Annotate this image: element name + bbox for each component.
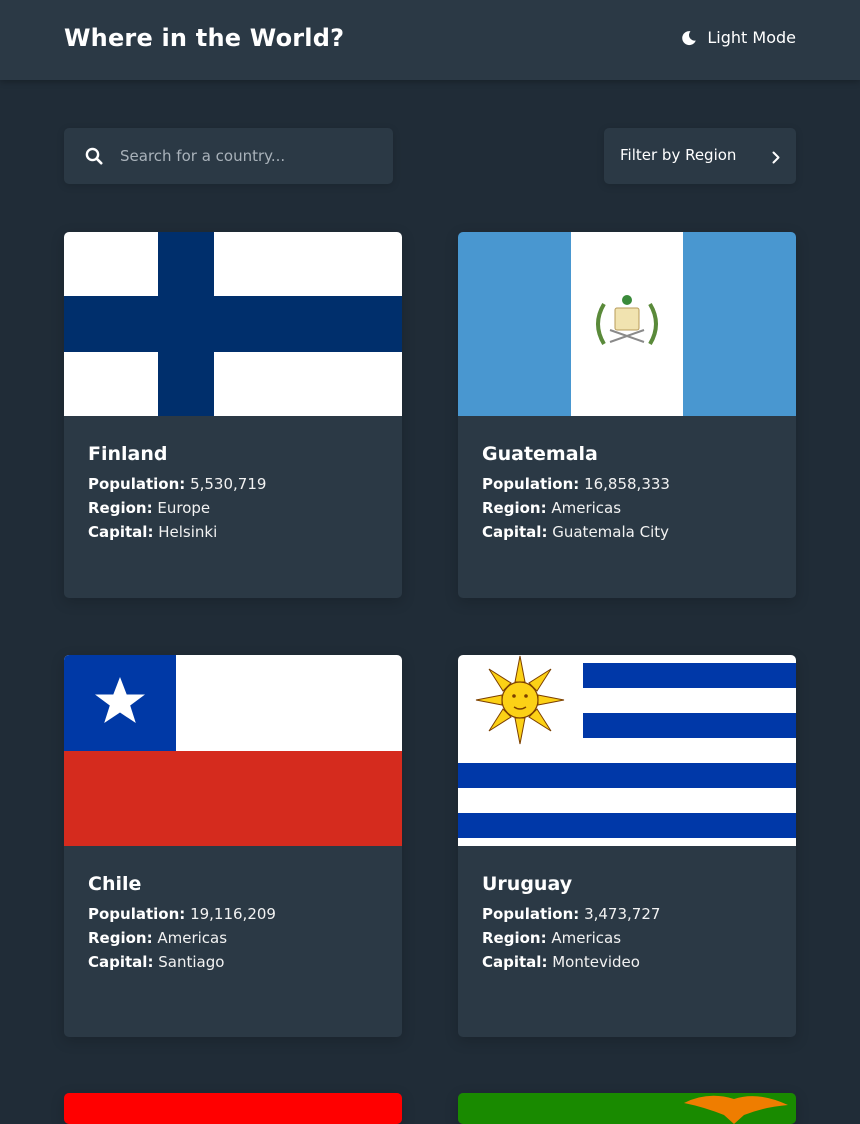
region-stat: Region: Americas — [482, 499, 622, 517]
country-card[interactable]: Chile Population: 19,116,209 Region: Ame… — [64, 655, 402, 1037]
filter-label: Filter by Region — [620, 146, 737, 164]
region-stat: Region: Americas — [88, 929, 228, 947]
theme-toggle-label: Light Mode — [707, 28, 796, 47]
country-card[interactable] — [64, 1093, 402, 1124]
country-card[interactable]: Uruguay Population: 3,473,727 Region: Am… — [458, 655, 796, 1037]
country-card[interactable]: Finland Population: 5,530,719 Region: Eu… — [64, 232, 402, 598]
region-filter-dropdown[interactable]: Filter by Region — [604, 128, 796, 184]
country-name: Finland — [88, 443, 168, 465]
finland-flag — [64, 232, 402, 416]
chevron-right-icon — [772, 149, 780, 168]
capital-stat: Capital: Helsinki — [88, 523, 218, 541]
search-icon — [85, 147, 103, 169]
population-stat: Population: 5,530,719 — [88, 475, 267, 493]
app-header: Where in the World? Light Mode — [0, 0, 860, 80]
population-stat: Population: 16,858,333 — [482, 475, 670, 493]
sun-of-may — [475, 655, 565, 745]
search-input[interactable] — [120, 128, 380, 184]
theme-toggle-button[interactable]: Light Mode — [681, 28, 796, 47]
country-name: Chile — [88, 873, 142, 895]
chile-flag — [64, 655, 402, 846]
country-name: Guatemala — [482, 443, 598, 465]
red-flag — [64, 1093, 402, 1124]
population-stat: Population: 3,473,727 — [482, 905, 661, 923]
country-card[interactable]: Guatemala Population: 16,858,333 Region:… — [458, 232, 796, 598]
zambia-flag — [458, 1093, 796, 1124]
capital-stat: Capital: Montevideo — [482, 953, 640, 971]
app-title: Where in the World? — [64, 24, 345, 52]
guatemala-flag — [458, 232, 796, 416]
capital-stat: Capital: Guatemala City — [482, 523, 669, 541]
population-stat: Population: 19,116,209 — [88, 905, 276, 923]
uruguay-flag — [458, 655, 796, 846]
search-box — [64, 128, 393, 184]
region-stat: Region: Americas — [482, 929, 622, 947]
country-name: Uruguay — [482, 873, 573, 895]
moon-icon — [681, 30, 697, 46]
country-card[interactable] — [458, 1093, 796, 1124]
capital-stat: Capital: Santiago — [88, 953, 225, 971]
region-stat: Region: Europe — [88, 499, 211, 517]
